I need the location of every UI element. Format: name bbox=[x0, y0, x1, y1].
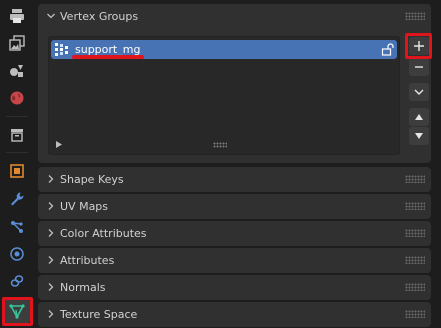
move-down-button[interactable] bbox=[409, 127, 429, 145]
modifier-tab[interactable] bbox=[4, 186, 30, 212]
specials-menu-button[interactable] bbox=[409, 83, 429, 101]
color-attributes-panel[interactable]: Color Attributes bbox=[38, 221, 431, 246]
physics-tab[interactable] bbox=[4, 241, 30, 267]
uv-maps-panel[interactable]: UV Maps bbox=[38, 194, 431, 219]
vertex-group-list[interactable]: support_mg bbox=[48, 36, 400, 155]
world-tab[interactable] bbox=[4, 85, 30, 111]
drag-handle-icon[interactable] bbox=[405, 310, 425, 318]
texture-space-panel[interactable]: Texture Space bbox=[38, 302, 431, 327]
triangle-down-icon bbox=[415, 133, 423, 139]
minus-icon bbox=[415, 66, 423, 68]
panel-title: Shape Keys bbox=[60, 173, 124, 186]
chevron-right-icon bbox=[48, 202, 54, 210]
vertex-groups-title: Vertex Groups bbox=[60, 10, 139, 23]
triangle-up-icon bbox=[415, 114, 423, 120]
shape-keys-panel[interactable]: Shape Keys bbox=[38, 167, 431, 192]
output-tab[interactable] bbox=[4, 3, 30, 29]
drag-handle-icon[interactable] bbox=[405, 202, 425, 210]
scene-tab[interactable] bbox=[4, 57, 30, 83]
panel-title: UV Maps bbox=[60, 200, 109, 213]
collection-tab[interactable] bbox=[4, 122, 30, 148]
image-stack-icon bbox=[9, 35, 25, 51]
physics-orbit-icon bbox=[10, 247, 24, 261]
vertex-groups-panel: Vertex Groups support_mg bbox=[38, 4, 431, 163]
remove-vertex-group-button[interactable] bbox=[409, 58, 429, 76]
drag-handle-icon[interactable] bbox=[405, 256, 425, 264]
constraint-icon bbox=[10, 275, 24, 287]
tab-separator bbox=[6, 116, 28, 117]
chevron-right-icon bbox=[48, 310, 54, 318]
normals-panel[interactable]: Normals bbox=[38, 275, 431, 300]
particles-tab[interactable] bbox=[4, 214, 30, 240]
box-icon bbox=[11, 129, 23, 142]
panel-title: Normals bbox=[60, 281, 106, 294]
list-resize-handle-icon[interactable] bbox=[213, 142, 227, 148]
chevron-down-icon bbox=[47, 13, 55, 19]
properties-tab-strip bbox=[0, 0, 33, 328]
move-up-button[interactable] bbox=[409, 108, 429, 126]
scene-icon bbox=[10, 65, 23, 77]
data-tab-highlight-box bbox=[2, 297, 33, 326]
chevron-right-icon bbox=[48, 175, 54, 183]
drag-handle-icon[interactable] bbox=[405, 229, 425, 237]
vertex-group-name-underline-annotation bbox=[72, 55, 144, 59]
panel-title: Attributes bbox=[60, 254, 115, 267]
constraints-tab[interactable] bbox=[4, 268, 30, 294]
globe-icon bbox=[10, 91, 24, 105]
particles-icon bbox=[11, 221, 23, 233]
object-tab[interactable] bbox=[4, 158, 30, 184]
printer-icon bbox=[10, 9, 24, 23]
view-layer-tab[interactable] bbox=[4, 30, 30, 56]
chevron-right-icon bbox=[48, 229, 54, 237]
panel-title: Color Attributes bbox=[60, 227, 147, 240]
play-triangle-icon[interactable] bbox=[56, 141, 62, 148]
drag-handle-icon[interactable] bbox=[405, 12, 425, 20]
attributes-panel[interactable]: Attributes bbox=[38, 248, 431, 273]
vertex-groups-header[interactable]: Vertex Groups bbox=[38, 4, 431, 29]
drag-handle-icon[interactable] bbox=[405, 283, 425, 291]
chevron-right-icon bbox=[48, 256, 54, 264]
drag-handle-icon[interactable] bbox=[405, 175, 425, 183]
chevron-down-icon bbox=[414, 89, 424, 95]
add-button-highlight-box bbox=[405, 33, 432, 59]
panel-title: Texture Space bbox=[60, 308, 138, 321]
wrench-icon bbox=[11, 192, 24, 206]
chevron-right-icon bbox=[48, 283, 54, 291]
tab-separator bbox=[6, 152, 28, 153]
properties-editor: Vertex Groups support_mg Shape Keys UV M… bbox=[0, 0, 441, 328]
object-square-icon bbox=[10, 164, 24, 178]
vertex-group-icon bbox=[55, 43, 68, 56]
lock-open-icon[interactable] bbox=[381, 43, 394, 56]
